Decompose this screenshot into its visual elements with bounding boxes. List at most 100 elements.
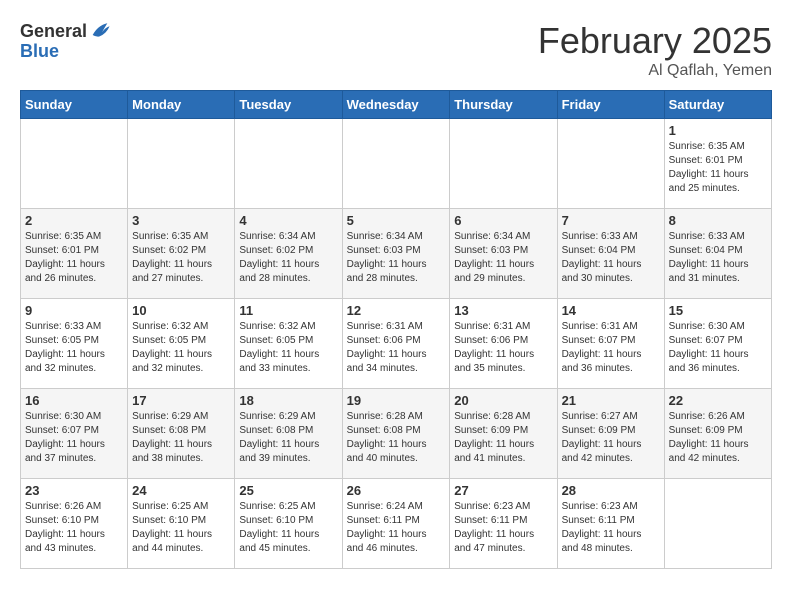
title-section: February 2025 Al Qaflah, Yemen <box>538 20 772 80</box>
calendar-cell: 5 Sunrise: 6:34 AM Sunset: 6:03 PM Daylig… <box>342 209 450 299</box>
day-number: 17 <box>132 393 230 408</box>
cell-info: Sunrise: 6:23 AM Sunset: 6:11 PM Dayligh… <box>562 500 660 556</box>
calendar-cell: 13 Sunrise: 6:31 AM Sunset: 6:06 PM Dayli… <box>450 299 557 389</box>
cell-info: Sunrise: 6:30 AM Sunset: 6:07 PM Dayligh… <box>25 410 123 466</box>
calendar-cell: 4 Sunrise: 6:34 AM Sunset: 6:02 PM Daylig… <box>235 209 342 299</box>
calendar-cell: 9 Sunrise: 6:33 AM Sunset: 6:05 PM Daylig… <box>21 299 128 389</box>
calendar-week-3: 9 Sunrise: 6:33 AM Sunset: 6:05 PM Daylig… <box>21 299 772 389</box>
day-number: 6 <box>454 213 552 228</box>
calendar-cell: 2 Sunrise: 6:35 AM Sunset: 6:01 PM Daylig… <box>21 209 128 299</box>
calendar-week-5: 23Sunrise: 6:26 AM Sunset: 6:10 PM Dayli… <box>21 479 772 569</box>
cell-info: Sunrise: 6:32 AM Sunset: 6:05 PM Dayligh… <box>132 320 230 376</box>
day-number: 10 <box>132 303 230 318</box>
calendar-cell: 19Sunrise: 6:28 AM Sunset: 6:08 PM Dayli… <box>342 389 450 479</box>
calendar-cell <box>21 119 128 209</box>
cell-info: Sunrise: 6:35 AM Sunset: 6:02 PM Dayligh… <box>132 230 230 286</box>
cell-info: Sunrise: 6:27 AM Sunset: 6:09 PM Dayligh… <box>562 410 660 466</box>
day-number: 20 <box>454 393 552 408</box>
calendar-cell <box>128 119 235 209</box>
cell-info: Sunrise: 6:33 AM Sunset: 6:04 PM Dayligh… <box>562 230 660 286</box>
month-title: February 2025 <box>538 20 772 62</box>
cell-info: Sunrise: 6:31 AM Sunset: 6:07 PM Dayligh… <box>562 320 660 376</box>
cell-info: Sunrise: 6:34 AM Sunset: 6:03 PM Dayligh… <box>347 230 446 286</box>
day-number: 27 <box>454 483 552 498</box>
calendar-cell: 14 Sunrise: 6:31 AM Sunset: 6:07 PM Dayli… <box>557 299 664 389</box>
cell-info: Sunrise: 6:29 AM Sunset: 6:08 PM Dayligh… <box>239 410 337 466</box>
calendar-cell: 11 Sunrise: 6:32 AM Sunset: 6:05 PM Dayli… <box>235 299 342 389</box>
calendar-cell: 8 Sunrise: 6:33 AM Sunset: 6:04 PM Daylig… <box>664 209 771 299</box>
cell-info: Sunrise: 6:28 AM Sunset: 6:09 PM Dayligh… <box>454 410 552 466</box>
cell-info: Sunrise: 6:34 AM Sunset: 6:03 PM Dayligh… <box>454 230 552 286</box>
cell-info: Sunrise: 6:24 AM Sunset: 6:11 PM Dayligh… <box>347 500 446 556</box>
day-number: 25 <box>239 483 337 498</box>
calendar-cell: 15 Sunrise: 6:30 AM Sunset: 6:07 PM Dayli… <box>664 299 771 389</box>
day-number: 7 <box>562 213 660 228</box>
calendar-week-4: 16 Sunrise: 6:30 AM Sunset: 6:07 PM Dayli… <box>21 389 772 479</box>
day-number: 28 <box>562 483 660 498</box>
day-number: 12 <box>347 303 446 318</box>
calendar-table: SundayMondayTuesdayWednesdayThursdayFrid… <box>20 90 772 569</box>
calendar-body: 1 Sunrise: 6:35 AM Sunset: 6:01 PM Daylig… <box>21 119 772 569</box>
day-number: 8 <box>669 213 767 228</box>
day-number: 14 <box>562 303 660 318</box>
calendar-cell <box>664 479 771 569</box>
cell-info: Sunrise: 6:31 AM Sunset: 6:06 PM Dayligh… <box>454 320 552 376</box>
calendar-cell: 25 Sunrise: 6:25 AM Sunset: 6:10 PM Dayli… <box>235 479 342 569</box>
calendar-cell: 17Sunrise: 6:29 AM Sunset: 6:08 PM Dayli… <box>128 389 235 479</box>
day-number: 16 <box>25 393 123 408</box>
logo-general: General <box>20 22 87 40</box>
calendar-cell: 3Sunrise: 6:35 AM Sunset: 6:02 PM Daylig… <box>128 209 235 299</box>
calendar-cell: 26 Sunrise: 6:24 AM Sunset: 6:11 PM Dayli… <box>342 479 450 569</box>
day-number: 13 <box>454 303 552 318</box>
weekday-thursday: Thursday <box>450 91 557 119</box>
logo: General Blue <box>20 20 111 62</box>
day-number: 9 <box>25 303 123 318</box>
cell-info: Sunrise: 6:25 AM Sunset: 6:10 PM Dayligh… <box>239 500 337 556</box>
calendar-cell <box>235 119 342 209</box>
calendar-week-1: 1 Sunrise: 6:35 AM Sunset: 6:01 PM Daylig… <box>21 119 772 209</box>
calendar-cell: 6 Sunrise: 6:34 AM Sunset: 6:03 PM Daylig… <box>450 209 557 299</box>
calendar-cell <box>342 119 450 209</box>
weekday-friday: Friday <box>557 91 664 119</box>
calendar-cell: 1 Sunrise: 6:35 AM Sunset: 6:01 PM Daylig… <box>664 119 771 209</box>
day-number: 1 <box>669 123 767 138</box>
day-number: 21 <box>562 393 660 408</box>
cell-info: Sunrise: 6:33 AM Sunset: 6:05 PM Dayligh… <box>25 320 123 376</box>
page-header: General Blue February 2025 Al Qaflah, Ye… <box>20 20 772 80</box>
weekday-sunday: Sunday <box>21 91 128 119</box>
calendar-cell: 16 Sunrise: 6:30 AM Sunset: 6:07 PM Dayli… <box>21 389 128 479</box>
calendar-cell: 18Sunrise: 6:29 AM Sunset: 6:08 PM Dayli… <box>235 389 342 479</box>
day-number: 2 <box>25 213 123 228</box>
logo-blue: Blue <box>20 41 59 61</box>
calendar-cell: 27Sunrise: 6:23 AM Sunset: 6:11 PM Dayli… <box>450 479 557 569</box>
day-number: 15 <box>669 303 767 318</box>
weekday-monday: Monday <box>128 91 235 119</box>
day-number: 19 <box>347 393 446 408</box>
cell-info: Sunrise: 6:30 AM Sunset: 6:07 PM Dayligh… <box>669 320 767 376</box>
day-number: 26 <box>347 483 446 498</box>
cell-info: Sunrise: 6:26 AM Sunset: 6:10 PM Dayligh… <box>25 500 123 556</box>
day-number: 5 <box>347 213 446 228</box>
weekday-saturday: Saturday <box>664 91 771 119</box>
cell-info: Sunrise: 6:25 AM Sunset: 6:10 PM Dayligh… <box>132 500 230 556</box>
weekday-tuesday: Tuesday <box>235 91 342 119</box>
calendar-cell: 12Sunrise: 6:31 AM Sunset: 6:06 PM Dayli… <box>342 299 450 389</box>
cell-info: Sunrise: 6:33 AM Sunset: 6:04 PM Dayligh… <box>669 230 767 286</box>
day-number: 4 <box>239 213 337 228</box>
calendar-cell <box>450 119 557 209</box>
cell-info: Sunrise: 6:32 AM Sunset: 6:05 PM Dayligh… <box>239 320 337 376</box>
day-number: 11 <box>239 303 337 318</box>
calendar-cell <box>557 119 664 209</box>
calendar-cell: 10 Sunrise: 6:32 AM Sunset: 6:05 PM Dayli… <box>128 299 235 389</box>
cell-info: Sunrise: 6:34 AM Sunset: 6:02 PM Dayligh… <box>239 230 337 286</box>
logo-bird-icon <box>89 20 111 42</box>
weekday-header-row: SundayMondayTuesdayWednesdayThursdayFrid… <box>21 91 772 119</box>
weekday-wednesday: Wednesday <box>342 91 450 119</box>
calendar-cell: 21 Sunrise: 6:27 AM Sunset: 6:09 PM Dayli… <box>557 389 664 479</box>
cell-info: Sunrise: 6:35 AM Sunset: 6:01 PM Dayligh… <box>25 230 123 286</box>
cell-info: Sunrise: 6:35 AM Sunset: 6:01 PM Dayligh… <box>669 140 767 196</box>
calendar-cell: 22Sunrise: 6:26 AM Sunset: 6:09 PM Dayli… <box>664 389 771 479</box>
calendar-cell: 28 Sunrise: 6:23 AM Sunset: 6:11 PM Dayli… <box>557 479 664 569</box>
calendar-cell: 7 Sunrise: 6:33 AM Sunset: 6:04 PM Daylig… <box>557 209 664 299</box>
calendar-cell: 24Sunrise: 6:25 AM Sunset: 6:10 PM Dayli… <box>128 479 235 569</box>
